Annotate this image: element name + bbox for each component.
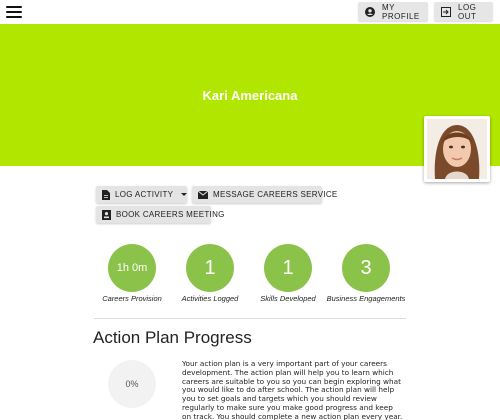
stat-label: Activities Logged xyxy=(181,294,239,303)
avatar-photo xyxy=(427,119,487,179)
book-meeting-button[interactable]: BOOK CAREERS MEETING xyxy=(96,206,224,223)
action-plan-progress-circle: 0% xyxy=(108,360,156,408)
log-out-label: LOG OUT xyxy=(458,2,477,21)
divider xyxy=(94,318,406,319)
stat-value: 1h 0m xyxy=(108,244,156,292)
stat-value: 1 xyxy=(264,244,312,292)
book-meeting-label: BOOK CAREERS MEETING xyxy=(116,210,225,219)
my-profile-button[interactable]: MY PROFILE xyxy=(358,2,428,21)
message-careers-label: MESSAGE CAREERS SERVICE xyxy=(213,190,338,199)
hamburger-menu-icon[interactable] xyxy=(6,6,22,19)
stat-label: Skills Developed xyxy=(260,294,316,303)
chevron-down-icon[interactable] xyxy=(181,193,188,196)
stat-value: 3 xyxy=(342,244,390,292)
action-plan-description: Your action plan is a very important par… xyxy=(182,359,403,420)
stat-skills-developed: 1 Skills Developed xyxy=(243,244,333,303)
stat-value: 1 xyxy=(186,244,234,292)
stat-activities-logged: 1 Activities Logged xyxy=(165,244,255,303)
stat-label: Business Engagements xyxy=(326,294,406,303)
contact-card-icon xyxy=(102,209,111,220)
my-profile-label: MY PROFILE xyxy=(382,2,420,21)
log-out-button[interactable]: LOG OUT xyxy=(434,2,493,21)
stat-careers-provision: 1h 0m Careers Provision xyxy=(87,244,177,303)
top-bar: MY PROFILE LOG OUT xyxy=(0,0,500,24)
logout-icon xyxy=(441,6,451,17)
user-name: Kari Americana xyxy=(202,88,298,103)
log-activity-button[interactable]: LOG ACTIVITY xyxy=(96,186,188,203)
account-circle-icon xyxy=(365,6,375,17)
mail-icon xyxy=(198,190,208,200)
action-plan-title: Action Plan Progress xyxy=(93,328,252,347)
message-careers-button[interactable]: MESSAGE CAREERS SERVICE xyxy=(192,186,337,203)
document-icon xyxy=(102,189,110,200)
stat-business-engagements: 3 Business Engagements xyxy=(321,244,411,303)
avatar[interactable] xyxy=(424,116,490,182)
log-activity-label: LOG ACTIVITY xyxy=(115,190,174,199)
stat-label: Careers Provision xyxy=(102,294,162,303)
